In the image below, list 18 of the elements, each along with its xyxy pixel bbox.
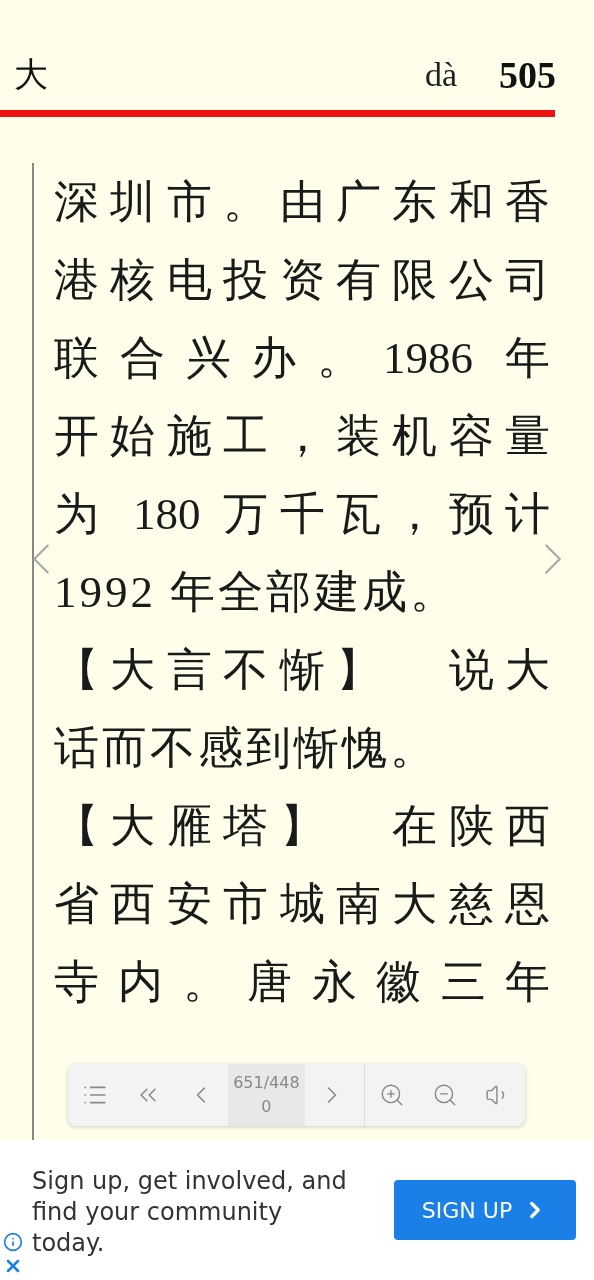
info-icon[interactable] bbox=[3, 1232, 23, 1252]
text-line: 寺内。唐永徽三年 bbox=[54, 956, 550, 1009]
ad-text: Sign up, get involved, and find your community today. bbox=[32, 1165, 348, 1259]
text-line: 【大雁塔】 在陕西 bbox=[54, 800, 550, 853]
text-line: 1992 年全部建成。 bbox=[54, 566, 460, 619]
text-line: 开始施工，装机容量 bbox=[54, 410, 550, 463]
page-number: 505 bbox=[499, 53, 556, 97]
text-line: 深圳市。由广东和香 bbox=[54, 176, 550, 229]
text-line: 【大言不惭】 说大 bbox=[54, 644, 550, 697]
text-line: 为 180 万千瓦，预计 bbox=[54, 488, 550, 541]
text-line: 港核电投资有限公司 bbox=[54, 254, 550, 307]
text-line: 话而不感到惭愧。 bbox=[54, 722, 439, 775]
headword: 大 bbox=[14, 53, 49, 96]
text-line: 联合兴办。1986 年 bbox=[54, 332, 550, 385]
text-line: 省西安市城南大慈恩 bbox=[54, 878, 550, 931]
pinyin: dà bbox=[424, 56, 457, 94]
sign-up-button[interactable]: SIGN UP bbox=[394, 1180, 576, 1240]
page-indicator: 651/4480 bbox=[227, 1064, 305, 1126]
